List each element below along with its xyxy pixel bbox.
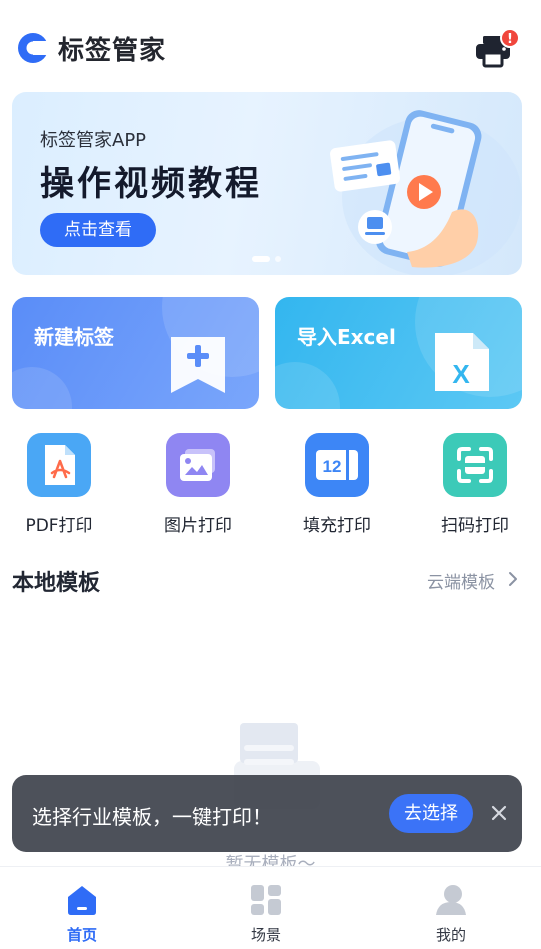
banner-title: 操作视频教程 bbox=[40, 164, 262, 204]
tab-label: 我的 bbox=[435, 926, 466, 944]
import-excel-card[interactable]: 导入Excel X bbox=[275, 297, 522, 409]
app-title: 标签管家 bbox=[58, 36, 167, 66]
new-label-card[interactable]: 新建标签 bbox=[12, 297, 259, 409]
card-decoration bbox=[12, 367, 72, 409]
scan-icon bbox=[457, 447, 493, 483]
app-logo-icon bbox=[18, 33, 50, 63]
tab-profile[interactable]: 我的 bbox=[391, 879, 511, 945]
image-icon bbox=[180, 449, 215, 481]
fill-print-icon: 12 bbox=[316, 447, 358, 483]
choose-template-button[interactable]: 去选择 bbox=[389, 794, 473, 833]
phone-video-illustration-icon bbox=[330, 110, 522, 275]
scan-print-icon-bg bbox=[443, 433, 507, 497]
grid-icon bbox=[251, 885, 281, 915]
image-print-tool[interactable]: 图片打印 bbox=[143, 433, 253, 536]
tab-scenes[interactable]: 场景 bbox=[206, 879, 326, 945]
tool-label: PDF打印 bbox=[25, 516, 93, 536]
page-dot-active bbox=[252, 256, 270, 262]
pdf-file-icon bbox=[45, 445, 75, 485]
toast-message: 选择行业模板，一键打印！ bbox=[32, 805, 272, 829]
tab-home[interactable]: 首页 bbox=[22, 879, 142, 945]
add-label-icon bbox=[171, 337, 225, 393]
cloud-templates-link[interactable]: 云端模板 bbox=[427, 568, 495, 593]
card-decoration bbox=[275, 362, 340, 409]
profile-icon bbox=[436, 885, 466, 915]
local-templates-title: 本地模板 bbox=[12, 571, 101, 596]
close-icon[interactable] bbox=[489, 803, 509, 823]
import-excel-title: 导入Excel bbox=[297, 325, 396, 349]
pdf-print-tool[interactable]: PDF打印 bbox=[4, 433, 114, 536]
chevron-right-icon[interactable] bbox=[507, 571, 519, 587]
printer-alert-badge: ! bbox=[500, 28, 520, 48]
template-suggestion-toast: 选择行业模板，一键打印！ 去选择 bbox=[12, 775, 522, 852]
scan-print-tool[interactable]: 扫码打印 bbox=[420, 433, 530, 536]
home-icon bbox=[68, 886, 96, 915]
svg-text:X: X bbox=[452, 359, 470, 389]
tool-label: 填充打印 bbox=[303, 516, 371, 536]
tab-label: 场景 bbox=[250, 926, 281, 944]
tool-label: 扫码打印 bbox=[441, 516, 509, 536]
view-tutorial-button[interactable]: 点击查看 bbox=[40, 213, 156, 247]
bottom-tab-bar: 首页 场景 我的 bbox=[0, 866, 541, 949]
image-print-icon-bg bbox=[166, 433, 230, 497]
tutorial-banner[interactable]: 标签管家APP 操作视频教程 点击查看 bbox=[12, 92, 522, 275]
excel-file-icon: X bbox=[435, 333, 489, 391]
pdf-print-icon-bg bbox=[27, 433, 91, 497]
new-label-title: 新建标签 bbox=[34, 325, 114, 349]
fill-print-tool[interactable]: 12 填充打印 bbox=[282, 433, 392, 536]
banner-subtitle: 标签管家APP bbox=[40, 130, 147, 151]
svg-text:12: 12 bbox=[323, 457, 342, 476]
top-header: 标签管家 ! bbox=[0, 0, 541, 92]
tab-label: 首页 bbox=[66, 926, 97, 944]
tool-label: 图片打印 bbox=[164, 516, 232, 536]
page-dot bbox=[275, 256, 281, 262]
fill-print-icon-bg: 12 bbox=[305, 433, 369, 497]
